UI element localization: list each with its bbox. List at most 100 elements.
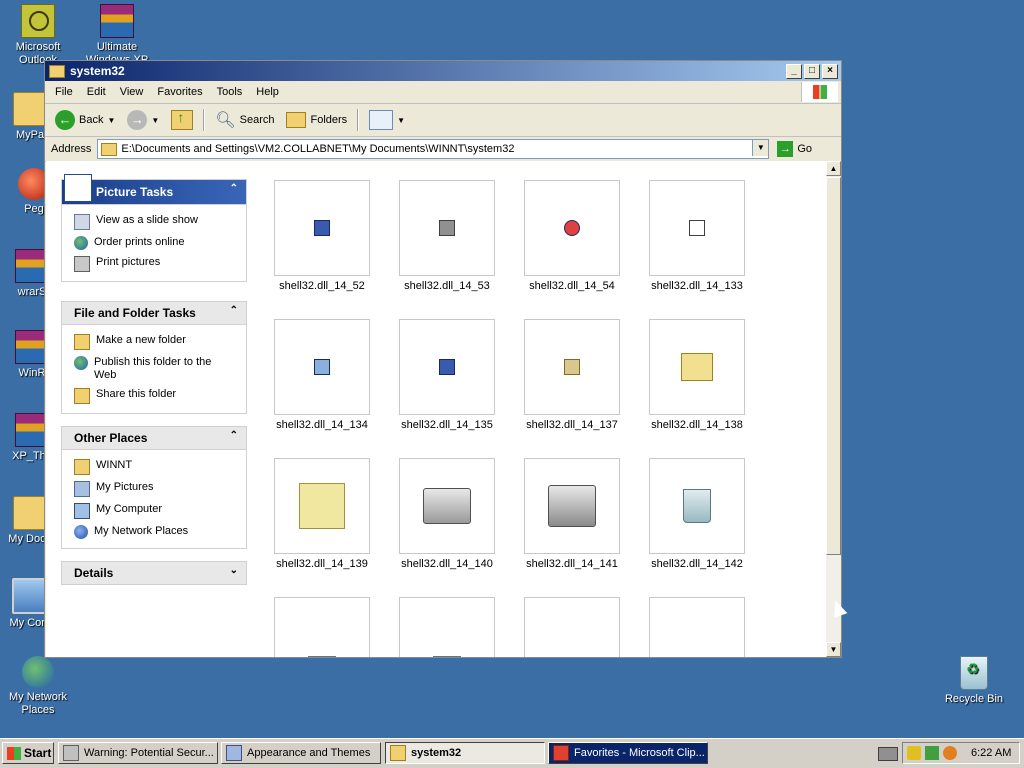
menu-file[interactable]: File	[49, 86, 81, 98]
taskbar: Start Warning: Potential Secur... Appear…	[0, 738, 1024, 768]
address-label: Address	[51, 143, 92, 155]
file-folder-tasks-header[interactable]: File and Folder Tasks ⌃	[61, 301, 247, 325]
go-label: Go	[797, 143, 813, 155]
thumbnail-frame	[649, 458, 745, 554]
thumbnail-frame	[524, 458, 620, 554]
menu-view[interactable]: View	[114, 86, 152, 98]
collapse-chevron-icon[interactable]: ⌃	[230, 183, 238, 194]
file-thumbnail[interactable]	[648, 597, 746, 657]
desktop-icon-outlook[interactable]: Microsoft Outlook	[0, 4, 76, 67]
place-my-pictures[interactable]: My Pictures	[74, 478, 246, 500]
thumbnail-frame	[274, 597, 370, 657]
task-print-pictures[interactable]: Print pictures	[74, 253, 246, 275]
file-thumbnail[interactable]: shell32.dll_14_135	[398, 319, 496, 431]
file-thumbnail[interactable]: shell32.dll_14_133	[648, 180, 746, 292]
computer-icon	[314, 220, 330, 236]
task-order-prints[interactable]: Order prints online	[74, 233, 246, 253]
file-thumbnail[interactable]: shell32.dll_14_140	[398, 458, 496, 570]
keyboard-icon[interactable]	[878, 747, 898, 761]
place-winnt[interactable]: WINNT	[74, 456, 246, 478]
details-panel: Details ⌄	[61, 561, 247, 585]
task-view-slideshow[interactable]: View as a slide show	[74, 211, 246, 233]
windows-flag-icon	[7, 746, 21, 760]
desktop-icon-recycle-bin[interactable]: Recycle Bin	[936, 656, 1012, 706]
go-button[interactable]: → Go	[777, 141, 812, 157]
folder-icon	[390, 745, 406, 761]
thumbnail-frame	[274, 180, 370, 276]
search-button[interactable]: 🔍︎ Search	[211, 108, 278, 132]
scrollbar-thumb[interactable]	[826, 177, 841, 555]
taskbar-item-appearance[interactable]: Appearance and Themes	[221, 742, 381, 764]
network-tray-icon[interactable]	[925, 746, 939, 760]
other-places-header[interactable]: Other Places ⌃	[61, 426, 247, 450]
minimize-button[interactable]: _	[786, 63, 802, 79]
outlook-icon	[21, 4, 55, 38]
file-thumbnail[interactable]: shell32.dll_14_134	[273, 319, 371, 431]
task-label: Appearance and Themes	[247, 747, 371, 759]
task-new-folder[interactable]: Make a new folder	[74, 331, 246, 353]
folders-button[interactable]: Folders	[282, 110, 351, 130]
thumbnail-frame	[524, 180, 620, 276]
browser-icon	[63, 745, 79, 761]
task-publish-web[interactable]: Publish this folder to the Web	[74, 353, 246, 385]
picture-tasks-header[interactable]: Picture Tasks ⌃	[61, 174, 247, 205]
menu-help[interactable]: Help	[250, 86, 287, 98]
collapse-chevron-icon[interactable]: ⌃	[230, 430, 238, 441]
file-name: shell32.dll_14_135	[401, 419, 493, 431]
file-thumbnail[interactable]	[398, 597, 496, 657]
maximize-button[interactable]: □	[804, 63, 820, 79]
taskbar-item-system32[interactable]: system32	[385, 742, 545, 764]
close-button[interactable]: ×	[822, 63, 838, 79]
taskbar-item-clip-organizer[interactable]: Favorites - Microsoft Clip...	[548, 742, 708, 764]
file-thumbnail[interactable]	[273, 597, 371, 657]
file-thumbnail[interactable]: shell32.dll_14_142	[648, 458, 746, 570]
scroll-up-button[interactable]: ▲	[826, 161, 841, 176]
menu-favorites[interactable]: Favorites	[151, 86, 210, 98]
expand-chevron-icon[interactable]: ⌄	[230, 565, 238, 576]
scroll-down-button[interactable]: ▼	[826, 642, 841, 657]
panel-title: Details	[74, 566, 114, 580]
place-my-computer[interactable]: My Computer	[74, 500, 246, 522]
file-thumbnail[interactable]: shell32.dll_14_137	[523, 319, 621, 431]
desktop-icon-my-network-places[interactable]: My Network Places	[0, 656, 76, 717]
up-folder-icon	[171, 109, 194, 130]
task-label: system32	[411, 747, 462, 759]
start-button[interactable]: Start	[2, 742, 54, 764]
file-thumbnail[interactable]: shell32.dll_14_53	[398, 180, 496, 292]
up-folder-button[interactable]	[167, 108, 197, 132]
address-input[interactable]: E:\Documents and Settings\VM2.COLLABNET\…	[97, 139, 770, 159]
picture-icon	[64, 174, 92, 202]
system-tray: 6:22 AM	[902, 742, 1020, 764]
desktop-icon-ultimate-xp[interactable]: Ultimate Windows XP	[79, 4, 155, 67]
thumbnail-frame	[399, 597, 495, 657]
place-my-network[interactable]: My Network Places	[74, 522, 246, 542]
search-tray-icon[interactable]	[943, 746, 957, 760]
file-thumbnail[interactable]: shell32.dll_14_141	[523, 458, 621, 570]
file-thumbnail[interactable]	[523, 597, 621, 657]
chevron-down-icon[interactable]: ▼	[752, 140, 769, 156]
details-header[interactable]: Details ⌄	[61, 561, 247, 585]
clip-organizer-icon	[553, 745, 569, 761]
file-thumbnail[interactable]: shell32.dll_14_52	[273, 180, 371, 292]
thumbnail-frame	[399, 458, 495, 554]
collapse-chevron-icon[interactable]: ⌃	[230, 305, 238, 316]
back-button[interactable]: ← Back ▼	[51, 108, 119, 132]
vertical-scrollbar[interactable]: ▲ ▼	[826, 161, 841, 657]
chevron-down-icon: ▼	[397, 115, 406, 125]
forward-button[interactable]: → ▼	[123, 108, 163, 132]
views-button[interactable]: ▼	[365, 108, 409, 132]
search-computer-icon	[314, 359, 330, 375]
security-shield-icon[interactable]	[907, 746, 921, 760]
clock[interactable]: 6:22 AM	[971, 747, 1011, 759]
back-label: Back	[79, 114, 104, 126]
window-titlebar[interactable]: system32 _ □ ×	[45, 61, 841, 81]
panel-title: Other Places	[74, 431, 148, 445]
file-thumbnail[interactable]: shell32.dll_14_54	[523, 180, 621, 292]
file-thumbnail[interactable]: shell32.dll_14_139	[273, 458, 371, 570]
file-name: shell32.dll_14_141	[526, 558, 618, 570]
task-share-folder[interactable]: Share this folder	[74, 385, 246, 407]
menu-tools[interactable]: Tools	[211, 86, 251, 98]
file-thumbnail[interactable]: shell32.dll_14_138	[648, 319, 746, 431]
menu-edit[interactable]: Edit	[81, 86, 114, 98]
taskbar-item-warning[interactable]: Warning: Potential Secur...	[58, 742, 218, 764]
